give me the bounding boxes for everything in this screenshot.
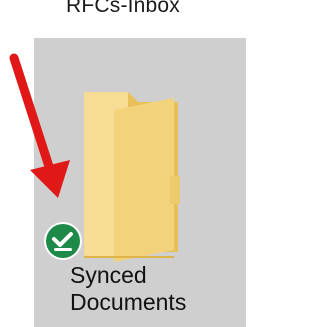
folder-name-line2: Documents (70, 289, 187, 315)
check-badge-icon (43, 221, 83, 261)
folder-label-rfcs-inbox[interactable]: RFCs-Inbox (0, 0, 246, 18)
folder-name[interactable]: Synced Documents (70, 262, 240, 316)
folder-name-line1: Synced (70, 262, 147, 288)
folder-icon[interactable] (66, 80, 196, 265)
red-arrow-icon (0, 50, 80, 200)
